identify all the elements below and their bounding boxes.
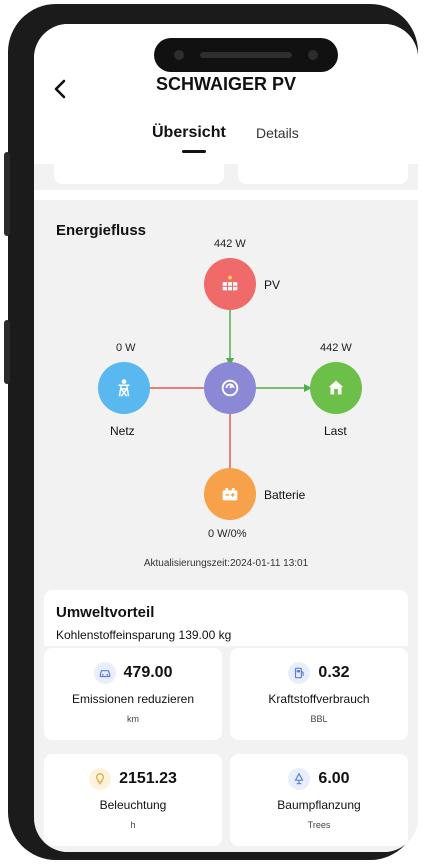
side-button-upper <box>4 152 10 236</box>
fuel-label: Kraftstoffverbrauch <box>268 692 370 706</box>
previous-card-right <box>238 164 408 184</box>
inverter-node[interactable] <box>204 362 256 414</box>
trees-value: 6.00 <box>318 770 350 787</box>
battery-power: 0 W/0% <box>208 528 247 540</box>
load-node[interactable] <box>310 362 362 414</box>
trees-unit: Trees <box>307 820 331 830</box>
active-tab-indicator <box>182 150 206 153</box>
pv-node[interactable] <box>204 258 256 310</box>
tab-details[interactable]: Details <box>256 125 299 141</box>
environment-title: Umweltvorteil <box>56 604 155 621</box>
lighting-unit: h <box>130 820 136 830</box>
fuel-value: 0.32 <box>318 664 350 681</box>
inverter-icon <box>221 379 239 397</box>
fuel-icon <box>288 662 311 684</box>
lighting-label: Beleuchtung <box>99 798 167 812</box>
lightbulb-icon <box>89 768 112 790</box>
card-lighting: 2151.23 Beleuchtung h <box>44 754 222 846</box>
emissions-value: 479.00 <box>123 664 173 681</box>
card-fuel: 0.32 Kraftstoffverbrauch BBL <box>230 648 408 740</box>
side-button-lower <box>4 320 10 384</box>
battery-icon <box>222 488 238 501</box>
battery-node[interactable] <box>204 468 256 520</box>
carbon-savings: Kohlenstoffeinsparung 139.00 kg <box>56 628 232 642</box>
energy-flow-section: Energiefluss 442 W PV 0 W Netz 442 W Las… <box>44 202 408 582</box>
car-icon <box>93 662 116 684</box>
grid-node[interactable] <box>98 362 150 414</box>
previous-card-left <box>54 164 224 184</box>
environment-section: Umweltvorteil Kohlenstoffeinsparung 139.… <box>44 590 408 852</box>
update-time: Aktualisierungszeit:2024-01-11 13:01 <box>143 558 309 569</box>
emissions-label: Emissionen reduzieren <box>71 692 195 706</box>
trees-label: Baumpflanzung <box>277 798 361 812</box>
previous-cards-edge <box>44 164 408 190</box>
grid-label: Netz <box>110 424 135 438</box>
card-trees: 6.00 Baumpflanzung Trees <box>230 754 408 846</box>
load-label: Last <box>324 424 347 438</box>
pv-power: 442 W <box>214 238 246 250</box>
house-icon <box>328 380 344 395</box>
phone-frame: SCHWAIGER PV Übersicht Details Energiefl… <box>4 4 418 860</box>
app-screen: SCHWAIGER PV Übersicht Details Energiefl… <box>34 24 418 852</box>
battery-label: Batterie <box>264 488 306 502</box>
solar-panel-icon <box>222 275 238 291</box>
lighting-value: 2151.23 <box>119 770 177 787</box>
tree-icon <box>288 768 311 790</box>
grid-power: 0 W <box>116 342 136 354</box>
card-emissions: 479.00 Emissionen reduzieren km <box>44 648 222 740</box>
tab-overview[interactable]: Übersicht <box>152 124 226 142</box>
page-title: SCHWAIGER PV <box>155 74 297 94</box>
emissions-unit: km <box>127 714 139 724</box>
phone-notch <box>154 38 338 72</box>
pv-label: PV <box>264 278 281 292</box>
load-power: 442 W <box>320 342 352 354</box>
fuel-unit: BBL <box>310 714 328 724</box>
power-tower-icon <box>118 379 130 397</box>
